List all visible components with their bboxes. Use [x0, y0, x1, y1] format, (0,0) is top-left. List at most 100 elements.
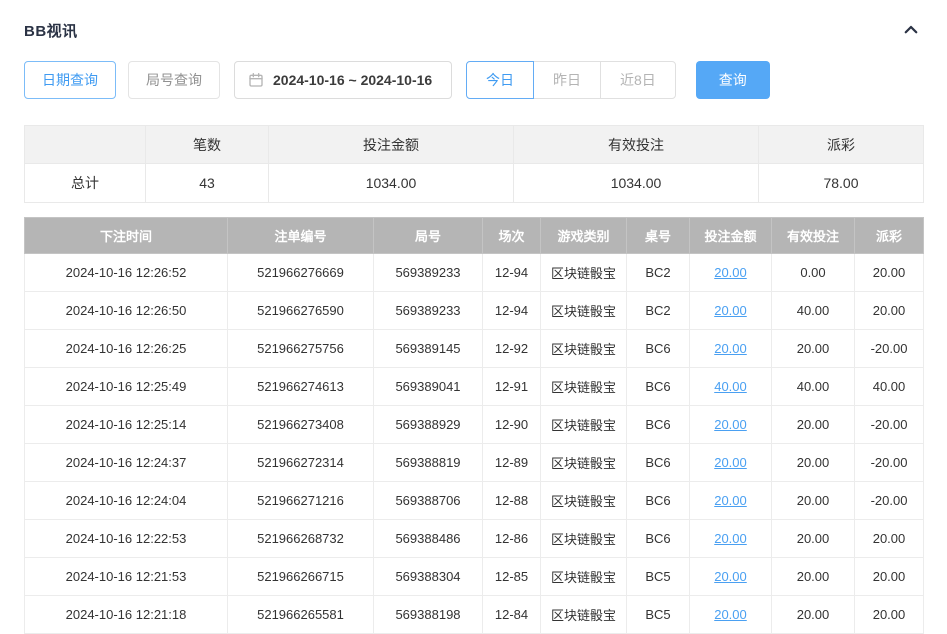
cell-game-type: 区块链骰宝	[541, 330, 627, 368]
cell-bet-no: 521966271216	[228, 482, 374, 520]
col-header-bet-time: 下注时间	[25, 218, 228, 254]
cell-bet-amount: 20.00	[690, 292, 772, 330]
quick-range-last-8-days-button[interactable]: 近8日	[600, 61, 676, 99]
panel-header: BB视讯	[24, 12, 923, 48]
summary-header-valid-bet: 有效投注	[514, 126, 759, 164]
cell-session: 12-91	[483, 368, 541, 406]
cell-payout: -20.00	[855, 330, 924, 368]
bet-table-body: 2024-10-16 12:26:52 521966276669 5693892…	[25, 254, 924, 634]
quick-range-yesterday-button[interactable]: 昨日	[533, 61, 601, 99]
table-row: 2024-10-16 12:22:53 521966268732 5693884…	[25, 520, 924, 558]
cell-game-type: 区块链骰宝	[541, 558, 627, 596]
page-title: BB视讯	[24, 20, 78, 41]
calendar-icon	[248, 72, 264, 88]
search-button[interactable]: 查询	[696, 61, 770, 99]
cell-payout: 20.00	[855, 254, 924, 292]
cell-session: 12-85	[483, 558, 541, 596]
cell-table-no: BC2	[627, 292, 690, 330]
col-header-game-type: 游戏类别	[541, 218, 627, 254]
cell-table-no: BC5	[627, 596, 690, 634]
cell-bet-amount: 20.00	[690, 596, 772, 634]
round-query-tab-button[interactable]: 局号查询	[128, 61, 220, 99]
bet-amount-link[interactable]: 20.00	[714, 607, 747, 622]
bet-records-panel: BB视讯 日期查询 局号查询 2024-10-16 ~ 2024-10-16 今…	[0, 0, 947, 634]
cell-table-no: BC6	[627, 520, 690, 558]
cell-bet-time: 2024-10-16 12:22:53	[25, 520, 228, 558]
cell-valid-bet: 20.00	[772, 444, 855, 482]
cell-valid-bet: 0.00	[772, 254, 855, 292]
cell-valid-bet: 40.00	[772, 292, 855, 330]
cell-table-no: BC2	[627, 254, 690, 292]
cell-bet-time: 2024-10-16 12:24:37	[25, 444, 228, 482]
cell-game-type: 区块链骰宝	[541, 254, 627, 292]
summary-total-valid-bet: 1034.00	[514, 164, 759, 203]
bet-amount-link[interactable]: 20.00	[714, 303, 747, 318]
cell-table-no: BC6	[627, 406, 690, 444]
cell-bet-time: 2024-10-16 12:26:25	[25, 330, 228, 368]
cell-payout: -20.00	[855, 406, 924, 444]
cell-table-no: BC5	[627, 558, 690, 596]
cell-round-no: 569388706	[374, 482, 483, 520]
cell-payout: 20.00	[855, 596, 924, 634]
col-header-round-no: 局号	[374, 218, 483, 254]
cell-session: 12-94	[483, 254, 541, 292]
date-query-tab-button[interactable]: 日期查询	[24, 61, 116, 99]
cell-session: 12-92	[483, 330, 541, 368]
cell-bet-amount: 20.00	[690, 482, 772, 520]
date-range-input[interactable]: 2024-10-16 ~ 2024-10-16	[234, 61, 452, 99]
cell-session: 12-90	[483, 406, 541, 444]
col-header-valid-bet: 有效投注	[772, 218, 855, 254]
cell-bet-amount: 20.00	[690, 520, 772, 558]
quick-range-button-group: 今日 昨日 近8日	[466, 61, 676, 99]
table-row: 2024-10-16 12:21:53 521966266715 5693883…	[25, 558, 924, 596]
collapse-chevron-up-icon[interactable]	[899, 18, 923, 42]
cell-bet-no: 521966275756	[228, 330, 374, 368]
cell-table-no: BC6	[627, 444, 690, 482]
col-header-bet-no: 注单编号	[228, 218, 374, 254]
cell-session: 12-94	[483, 292, 541, 330]
cell-bet-no: 521966265581	[228, 596, 374, 634]
bet-amount-link[interactable]: 20.00	[714, 417, 747, 432]
bet-amount-link[interactable]: 20.00	[714, 341, 747, 356]
cell-valid-bet: 40.00	[772, 368, 855, 406]
quick-range-today-button[interactable]: 今日	[466, 61, 534, 99]
cell-bet-time: 2024-10-16 12:21:18	[25, 596, 228, 634]
bet-amount-link[interactable]: 40.00	[714, 379, 747, 394]
table-row: 2024-10-16 12:21:18 521966265581 5693881…	[25, 596, 924, 634]
cell-table-no: BC6	[627, 330, 690, 368]
cell-game-type: 区块链骰宝	[541, 368, 627, 406]
cell-bet-amount: 20.00	[690, 558, 772, 596]
summary-header-bet-amount: 投注金额	[269, 126, 514, 164]
bet-amount-link[interactable]: 20.00	[714, 265, 747, 280]
cell-valid-bet: 20.00	[772, 558, 855, 596]
table-row: 2024-10-16 12:25:14 521966273408 5693889…	[25, 406, 924, 444]
cell-session: 12-86	[483, 520, 541, 558]
summary-total-count: 43	[146, 164, 269, 203]
cell-bet-no: 521966268732	[228, 520, 374, 558]
bet-amount-link[interactable]: 20.00	[714, 531, 747, 546]
cell-round-no: 569388304	[374, 558, 483, 596]
summary-header-payout: 派彩	[759, 126, 924, 164]
cell-bet-time: 2024-10-16 12:25:49	[25, 368, 228, 406]
summary-header-row: 笔数 投注金额 有效投注 派彩	[25, 126, 924, 164]
table-row: 2024-10-16 12:26:50 521966276590 5693892…	[25, 292, 924, 330]
cell-payout: 40.00	[855, 368, 924, 406]
cell-bet-no: 521966266715	[228, 558, 374, 596]
cell-bet-time: 2024-10-16 12:26:52	[25, 254, 228, 292]
cell-game-type: 区块链骰宝	[541, 292, 627, 330]
cell-game-type: 区块链骰宝	[541, 596, 627, 634]
summary-total-payout: 78.00	[759, 164, 924, 203]
table-row: 2024-10-16 12:25:49 521966274613 5693890…	[25, 368, 924, 406]
cell-bet-amount: 20.00	[690, 406, 772, 444]
bet-amount-link[interactable]: 20.00	[714, 569, 747, 584]
col-header-table-no: 桌号	[627, 218, 690, 254]
cell-bet-no: 521966274613	[228, 368, 374, 406]
cell-valid-bet: 20.00	[772, 596, 855, 634]
summary-total-label: 总计	[25, 164, 146, 203]
bet-amount-link[interactable]: 20.00	[714, 493, 747, 508]
cell-bet-no: 521966272314	[228, 444, 374, 482]
table-row: 2024-10-16 12:26:25 521966275756 5693891…	[25, 330, 924, 368]
cell-table-no: BC6	[627, 482, 690, 520]
cell-round-no: 569389233	[374, 292, 483, 330]
bet-amount-link[interactable]: 20.00	[714, 455, 747, 470]
